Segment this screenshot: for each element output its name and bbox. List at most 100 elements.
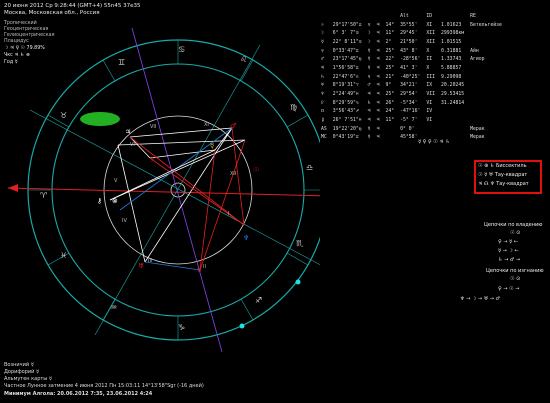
- planet-cell-sym: ♇: [321, 100, 324, 106]
- planet-cell-sym: ⚷: [321, 118, 325, 124]
- planet-cell-alt: 21°50': [400, 39, 418, 45]
- planet-row: ♇ 8°29'59"♑ ♄ ♃ 26° -5°34' VI 31.24814: [318, 99, 505, 108]
- planet-cell-re: 299398км: [441, 31, 465, 37]
- planet-cell-pos: 29°17'50"♊: [332, 22, 362, 28]
- planet-cell-r: ♄: [367, 100, 371, 106]
- aspect-summary: ☿ ♀ ♀ ☉ ♃ ♄: [418, 139, 450, 145]
- planet-cell-alt: 43° 8': [400, 48, 418, 54]
- planet-cell-r: ☽: [367, 39, 371, 45]
- planet-cell-h: 24°: [385, 109, 395, 115]
- planet-row: ⚷ 26° 7'51"♓ ♃ ♃ 11° -5° 7' VI: [318, 116, 505, 125]
- planet-cell-alt: -5° 7': [400, 118, 418, 124]
- planet-cell-pos: 8°29'59"♑: [332, 100, 359, 106]
- planet-cell-sym: MC: [321, 135, 327, 141]
- system-label: Тропический: [4, 21, 37, 26]
- planet-cell-hs: X: [426, 65, 430, 71]
- planet-cell-sym: ☊: [321, 109, 324, 115]
- planet-cell-ruler: ♃: [376, 118, 380, 124]
- planet-cell-pos: 6° 3' 7"♋: [332, 31, 359, 37]
- svg-text:♓: ♓: [60, 251, 67, 260]
- footer-almuten: Альмутен карты ☿: [4, 376, 52, 382]
- exalt-title: Цепочки по изгнанию: [486, 268, 544, 274]
- planet-cell-hs: VI: [426, 100, 433, 106]
- svg-text:♍: ♍: [290, 103, 297, 112]
- year-ruler: Год ☿: [4, 60, 18, 65]
- planet-row: ♅ 8°19'31"♈ ♂ ♃ 9° 34°21' IX 20.20245: [318, 82, 505, 91]
- aspect-row: ☉ ⊕ ♄ Биссектиль: [478, 163, 527, 169]
- chart-datetime: 20 июня 2012 Ср 9:28:44 (GMT+4) 55n45 37…: [4, 3, 141, 9]
- planet-cell-ruler: ♃: [376, 57, 380, 63]
- planet-cell-pos: 0°33'47"♊: [332, 48, 359, 54]
- planet-cell-pos: 22° 8'11"♋: [332, 39, 362, 45]
- planet-cell-rem: [467, 29, 505, 38]
- planet-cell-pos: 26° 7'51"♓: [332, 118, 362, 124]
- planet-cell-h: 11°: [385, 118, 395, 124]
- planet-cell-rem: [467, 82, 505, 91]
- planet-cell-alt: -5°34': [400, 100, 418, 106]
- house-circle: [103, 115, 253, 265]
- aspect-glyphs: ☉ ⊕ ♄: [478, 163, 495, 169]
- svg-text:⚷: ⚷: [97, 197, 102, 205]
- svg-text:XI: XI: [204, 122, 209, 128]
- footer-algol: Минимум Алгола: 20.06.2012 7:35, 23.06.2…: [4, 391, 153, 397]
- planet-cell-re: 0.31881: [441, 48, 462, 54]
- planet-cell-h: 26°: [385, 100, 395, 106]
- dispositor-item: ☉ ⊙: [510, 230, 521, 236]
- footer-charioteer: Возничий ☿: [4, 362, 34, 368]
- planet-cell-pos: 8°19'31"♈: [332, 83, 359, 89]
- planet-cell-rem: [467, 64, 505, 73]
- planet-cell-r: ☿: [367, 57, 371, 63]
- planet-cell-pos: 23°17'45"♍: [332, 57, 362, 63]
- planet-cell-rem: [467, 99, 505, 108]
- planet-cell-alt: 29°45': [400, 31, 418, 37]
- mc-axis: [131, 27, 223, 353]
- planet-cell-rem: Мерак: [470, 135, 485, 141]
- planet-cell-sym: AS: [321, 126, 327, 132]
- planet-cell-rem: [467, 73, 505, 82]
- planet-cell-alt: 34°21': [400, 83, 418, 89]
- svg-text:♅: ♅: [138, 262, 144, 270]
- planet-cell-h: 25°: [385, 48, 395, 54]
- planet-cell-r: ☽: [367, 31, 371, 37]
- planet-cell-ruler: ♃: [376, 126, 380, 132]
- svg-text:♉: ♉: [60, 111, 67, 120]
- planet-cell-alt: 0° 0': [400, 126, 415, 132]
- planet-cell-sym: ♄: [321, 74, 324, 80]
- aspect-label: Тау-квадрат: [496, 181, 529, 187]
- planet-cell-re: 5.88857: [441, 65, 462, 71]
- svg-text:♒: ♒: [110, 303, 117, 312]
- planet-cell-alt: 29°54': [400, 92, 418, 98]
- planet-cell-re: 20.20245: [441, 83, 465, 89]
- exalt-item: ♀ → ☉ →: [498, 286, 520, 292]
- planet-cell-r: ☿: [367, 65, 371, 71]
- planet-cell-rem: Мерак: [470, 126, 485, 132]
- svg-text:♑: ♑: [178, 323, 185, 332]
- system-label: Плацидус: [4, 39, 29, 44]
- planet-cell-hs: IX: [426, 83, 433, 89]
- planet-cell-r: ♀: [367, 22, 371, 28]
- moon-phase: ☽ ♃ ♀ ☉ 79.89%: [4, 46, 45, 51]
- planet-row: AS 19°22'20"♍ ☿ ♃ 0° 0' Мерак: [318, 125, 505, 134]
- planet-cell-pos: 1°56'58"♊: [332, 65, 359, 71]
- planet-cell-r: ☿: [367, 135, 371, 141]
- planet-cell-sym: ☽: [321, 31, 324, 37]
- planet-row: ♂ 23°17'45"♍ ☿ ♃ 22° -28°56' II 1.33743 Агиор: [318, 55, 505, 64]
- svg-text:IV: IV: [122, 218, 127, 224]
- exalt-item: ☉ ⊙: [510, 276, 521, 282]
- planet-cell-hs: XII: [426, 31, 436, 37]
- ascendant-arrow: [8, 184, 18, 192]
- svg-text:♊: ♊: [118, 58, 125, 67]
- planet-row: ♃ 1°56'58"♊ ☿ ♃ 25° 41° 3' X 5.88857: [318, 64, 505, 73]
- svg-text:II: II: [203, 264, 206, 270]
- footer-doryphory: Дорифорий ☿: [4, 369, 40, 375]
- planet-row: MC 0°43'19"♊ ☿ ♃ 45°58' Мерак: [318, 134, 505, 143]
- planet-cell-pos: 3°56'43"♐: [332, 109, 359, 115]
- planet-table: Alt ID RE ☉ 29°17'50"♊ ♀ ♃ 14° 35°55' XI 1.0162…: [318, 12, 505, 142]
- svg-text:XII: XII: [230, 171, 236, 177]
- aspect-row: ☉ ☿ ♅ Тау-квадрат: [478, 172, 527, 178]
- aspect-label: Тау-квадрат: [494, 172, 528, 178]
- svg-text:♈: ♈: [40, 191, 47, 200]
- planet-cell-hs: IV: [426, 109, 433, 115]
- svg-text:⊗: ⊗: [112, 197, 118, 205]
- planet-cell-re: 29.53415: [441, 92, 465, 98]
